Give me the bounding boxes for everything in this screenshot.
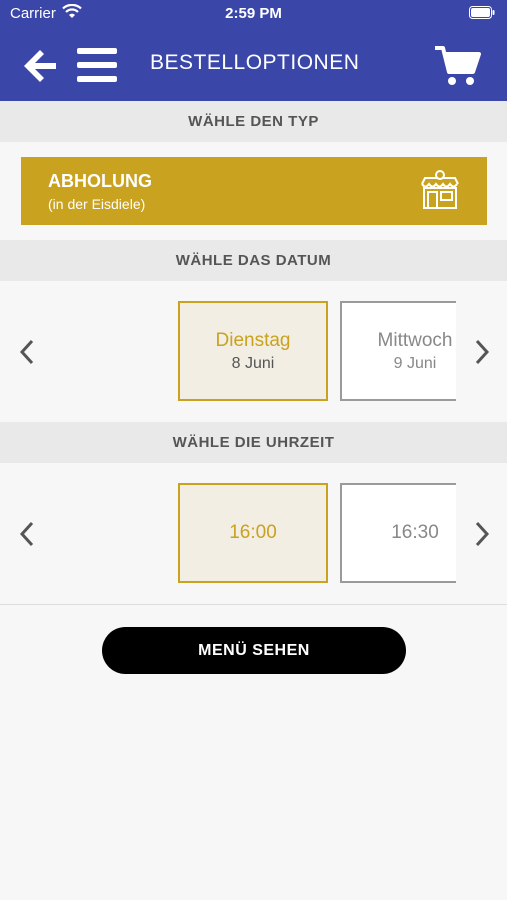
date-options: Dienstag 8 Juni Mittwoch 9 Juni (50, 301, 456, 405)
date-day: Mittwoch (377, 329, 453, 351)
type-section-header: WÄHLE DEN TYP (0, 101, 507, 142)
date-carousel: Dienstag 8 Juni Mittwoch 9 Juni (0, 281, 507, 422)
date-option[interactable]: Mittwoch 9 Juni (340, 301, 456, 401)
type-title: ABHOLUNG (48, 171, 152, 191)
pickup-option-card[interactable]: ABHOLUNG (in der Eisdiele) (21, 157, 487, 225)
divider (0, 604, 507, 605)
status-bar: Carrier 2:59 PM (0, 0, 507, 28)
battery-icon (469, 6, 495, 23)
time-value: 16:30 (391, 522, 439, 543)
date-date: 9 Juni (393, 354, 437, 372)
page-title: BESTELLOPTIONEN (150, 51, 360, 74)
menu-button[interactable] (76, 46, 118, 86)
type-subtitle: (in der Eisdiele) (48, 196, 146, 212)
date-date: 8 Juni (231, 354, 275, 372)
app-header: Carrier 2:59 PM BESTELLOPTIONEN (0, 0, 507, 101)
chevron-left-icon[interactable] (17, 520, 37, 548)
arrow-left-icon (24, 50, 56, 82)
cart-button[interactable] (433, 44, 481, 88)
time-carousel: 16:00 16:30 (0, 463, 507, 604)
chevron-right-icon[interactable] (472, 520, 492, 548)
cart-icon (435, 46, 481, 85)
time-option[interactable]: 16:30 (340, 483, 456, 583)
time-option-selected[interactable]: 16:00 (178, 483, 328, 583)
view-menu-button[interactable]: MENÜ SEHEN (102, 627, 406, 674)
back-button[interactable] (20, 46, 60, 86)
time-options: 16:00 16:30 (50, 483, 456, 587)
time-section-header: WÄHLE DIE UHRZEIT (0, 422, 507, 463)
date-section-header: WÄHLE DAS DATUM (0, 240, 507, 281)
chevron-left-icon[interactable] (17, 338, 37, 366)
chevron-right-icon[interactable] (472, 338, 492, 366)
date-option-selected[interactable]: Dienstag 8 Juni (178, 301, 328, 401)
time-value: 16:00 (229, 522, 277, 543)
status-time: 2:59 PM (225, 5, 282, 22)
shop-icon (421, 170, 459, 209)
hamburger-icon (77, 48, 117, 82)
date-day: Dienstag (215, 329, 291, 351)
